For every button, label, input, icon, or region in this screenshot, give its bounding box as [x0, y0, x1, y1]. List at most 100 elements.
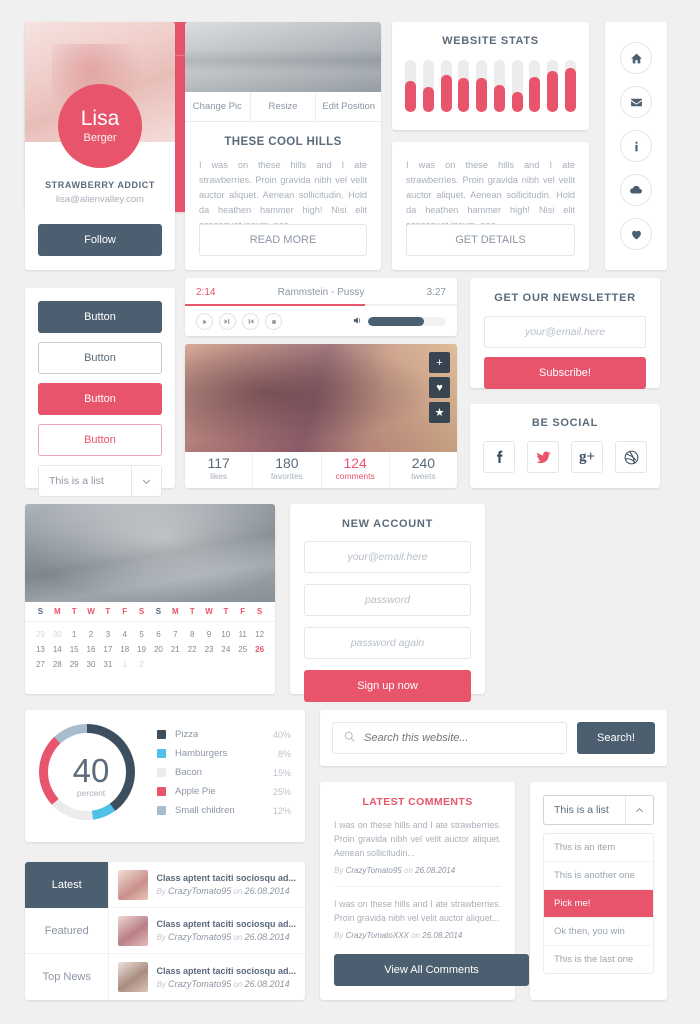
search-box[interactable] [332, 722, 567, 754]
mail-icon[interactable] [620, 86, 652, 118]
subscribe-button[interactable]: Subscribe! [484, 357, 646, 389]
calendar-day-cell[interactable] [201, 657, 218, 672]
info-icon[interactable] [620, 130, 652, 162]
home-icon[interactable] [620, 42, 652, 74]
comment-on-word: on [411, 931, 421, 941]
photo-heart-icon[interactable]: ♥ [429, 377, 450, 398]
photo-star-icon[interactable]: ★ [429, 402, 450, 423]
calendar-day-cell[interactable]: 31 [99, 657, 116, 672]
calendar-day-cell[interactable]: 30 [49, 627, 66, 642]
resize-button[interactable]: Resize [251, 92, 317, 121]
calendar-day-cell[interactable]: 16 [83, 642, 100, 657]
calendar-day-cell[interactable]: 22 [184, 642, 201, 657]
dribbble-icon[interactable] [615, 441, 647, 473]
signup-email-input[interactable] [304, 541, 471, 573]
signup-password-input[interactable] [304, 584, 471, 616]
calendar-day-cell[interactable]: 1 [116, 657, 133, 672]
calendar-day-cell[interactable]: 10 [217, 627, 234, 642]
calendar-day-cell[interactable]: 30 [83, 657, 100, 672]
volume-control[interactable] [352, 315, 446, 329]
list-select[interactable]: This is a list [38, 465, 162, 497]
button-outline-dark[interactable]: Button [38, 342, 162, 374]
read-more-button[interactable]: READ MORE [199, 224, 367, 256]
calendar-day-cell[interactable]: 24 [217, 642, 234, 657]
change-pic-button[interactable]: Change Pic [185, 92, 251, 121]
news-tab[interactable]: Top News [25, 954, 108, 1000]
previous-button[interactable] [242, 313, 259, 330]
calendar-day-cell[interactable]: 11 [234, 627, 251, 642]
newsletter-email-input[interactable] [484, 316, 646, 348]
calendar-day-cell[interactable]: 14 [49, 642, 66, 657]
calendar-day-cell[interactable]: 19 [133, 642, 150, 657]
calendar-day-cell[interactable]: 13 [32, 642, 49, 657]
stop-button[interactable] [265, 313, 282, 330]
next-button[interactable] [219, 313, 236, 330]
calendar-day-cell[interactable]: 21 [167, 642, 184, 657]
calendar-day-cell[interactable] [234, 657, 251, 672]
google-plus-icon[interactable]: g+ [571, 441, 603, 473]
dropdown-option[interactable]: This is the last one [544, 946, 653, 973]
calendar-day-cell[interactable]: 9 [201, 627, 218, 642]
button-dark[interactable]: Button [38, 301, 162, 333]
volume-slider[interactable] [368, 317, 446, 326]
follow-button[interactable]: Follow [38, 224, 162, 256]
search-input[interactable] [364, 732, 556, 744]
signup-password-again-input[interactable] [304, 627, 471, 659]
twitter-icon[interactable] [527, 441, 559, 473]
play-button[interactable] [196, 313, 213, 330]
calendar-day-cell[interactable]: 27 [32, 657, 49, 672]
calendar-day-cell[interactable]: 7 [167, 627, 184, 642]
calendar-day-cell[interactable] [167, 657, 184, 672]
calendar-day-cell[interactable]: 2 [133, 657, 150, 672]
sign-up-button[interactable]: Sign up now [304, 670, 471, 702]
news-item[interactable]: Class aptent taciti sociosqu ad... By Cr… [109, 862, 305, 908]
calendar-day-cell[interactable]: 25 [234, 642, 251, 657]
view-all-comments-button[interactable]: View All Comments [334, 954, 529, 986]
dropdown-option[interactable]: Ok then, you win [544, 918, 653, 946]
calendar-day-cell[interactable]: 28 [49, 657, 66, 672]
button-pink[interactable]: Button [38, 383, 162, 415]
dropdown-option[interactable]: This is an item [544, 834, 653, 862]
calendar-day-cell[interactable] [217, 657, 234, 672]
calendar-day-cell[interactable]: 15 [66, 642, 83, 657]
calendar-day-cell[interactable]: 26 [251, 642, 268, 657]
avatar-last-name: Berger [83, 132, 117, 144]
calendar-day-cell[interactable]: 2 [83, 627, 100, 642]
news-tab[interactable]: Latest [25, 862, 109, 908]
calendar-day-cell[interactable]: 1 [66, 627, 83, 642]
edit-position-button[interactable]: Edit Position [316, 92, 381, 121]
calendar-day-cell[interactable] [150, 657, 167, 672]
calendar-day-cell[interactable]: 29 [32, 627, 49, 642]
button-outline-pink[interactable]: Button [38, 424, 162, 456]
calendar-day-cell[interactable]: 20 [150, 642, 167, 657]
heart-icon[interactable] [620, 218, 652, 250]
search-button[interactable]: Search! [577, 722, 655, 754]
facebook-icon[interactable] [483, 441, 515, 473]
calendar-day-cell[interactable]: 5 [133, 627, 150, 642]
news-item[interactable]: Class aptent taciti sociosqu ad... By Cr… [109, 908, 305, 954]
calendar-day-cell[interactable]: 23 [201, 642, 218, 657]
news-item[interactable]: Class aptent taciti sociosqu ad... By Cr… [109, 954, 305, 1000]
legend-label: Pizza [175, 729, 199, 740]
photo-add-icon[interactable]: + [429, 352, 450, 373]
news-tab[interactable]: Featured [25, 908, 109, 954]
dropdown-option[interactable]: This is another one [544, 862, 653, 890]
cloud-icon[interactable] [620, 174, 652, 206]
social-icons-row: g+ [483, 441, 647, 473]
dropdown-option[interactable]: Pick me! [544, 890, 653, 918]
calendar-day-cell[interactable]: 29 [66, 657, 83, 672]
calendar-day-cell[interactable] [184, 657, 201, 672]
dropdown-toggle[interactable]: This is a list [543, 795, 654, 825]
calendar-day-cell[interactable]: 18 [116, 642, 133, 657]
calendar-day-cell[interactable]: 17 [99, 642, 116, 657]
calendar-day-cell[interactable]: 3 [99, 627, 116, 642]
news-title: Class aptent taciti sociosqu ad... [156, 919, 296, 929]
calendar-day-cell[interactable]: 12 [251, 627, 268, 642]
photo-action-buttons: + ♥ ★ [429, 352, 450, 427]
get-details-button[interactable]: GET DETAILS [406, 224, 575, 256]
search-icon [343, 730, 356, 746]
calendar-day-cell[interactable] [251, 657, 268, 672]
calendar-day-cell[interactable]: 8 [184, 627, 201, 642]
calendar-day-cell[interactable]: 4 [116, 627, 133, 642]
calendar-day-cell[interactable]: 6 [150, 627, 167, 642]
